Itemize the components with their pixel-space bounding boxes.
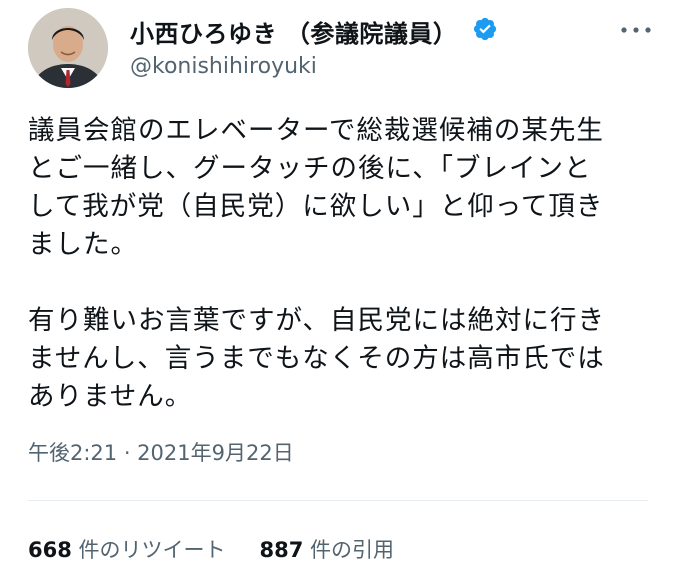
tweet-line: 有り難いお言葉ですが、自民党には絶対に行き xyxy=(28,305,605,336)
divider xyxy=(28,500,648,501)
quotes-count: 887 xyxy=(259,538,304,562)
tweet-line: ませんし、言うまでもなくその方は高市氏では xyxy=(28,343,605,374)
tweet-line: して我が党（自民党）に欲しい」と仰って頂き xyxy=(28,191,604,222)
quotes-label: 件の引用 xyxy=(303,538,395,562)
tweet-text: 議員会館のエレベーターで総裁選候補の某先生 とご一緒し、グータッチの後に、「ブレ… xyxy=(28,112,668,416)
user-handle[interactable]: @konishihiroyuki xyxy=(130,54,317,79)
tweet: 小西ひろゆき （参議院議員） @konishihiroyuki 議員会館のエレベ… xyxy=(0,0,675,577)
quotes-count-link[interactable]: 887 件の引用 xyxy=(260,538,395,562)
retweets-count: 668 xyxy=(28,538,72,562)
tweet-line: ありません。 xyxy=(28,381,193,412)
verified-badge-icon xyxy=(473,17,497,41)
tweet-line: ました。 xyxy=(28,229,138,260)
more-options-icon[interactable] xyxy=(616,22,656,38)
avatar[interactable] xyxy=(28,8,108,88)
tweet-timestamp[interactable]: 午後2:21 · 2021年9月22日 xyxy=(28,437,294,467)
retweets-count-link[interactable]: 668 件のリツイート xyxy=(28,538,226,562)
tweet-line: 議員会館のエレベーターで総裁選候補の某先生 xyxy=(28,115,604,146)
display-name[interactable]: 小西ひろゆき （参議院議員） xyxy=(130,14,457,49)
tweet-stats: 668 件のリツイート 887 件の引用 xyxy=(28,534,394,564)
retweets-label: 件のリツイート xyxy=(71,538,226,562)
tweet-line: とご一緒し、グータッチの後に、「ブレインと xyxy=(28,153,592,184)
